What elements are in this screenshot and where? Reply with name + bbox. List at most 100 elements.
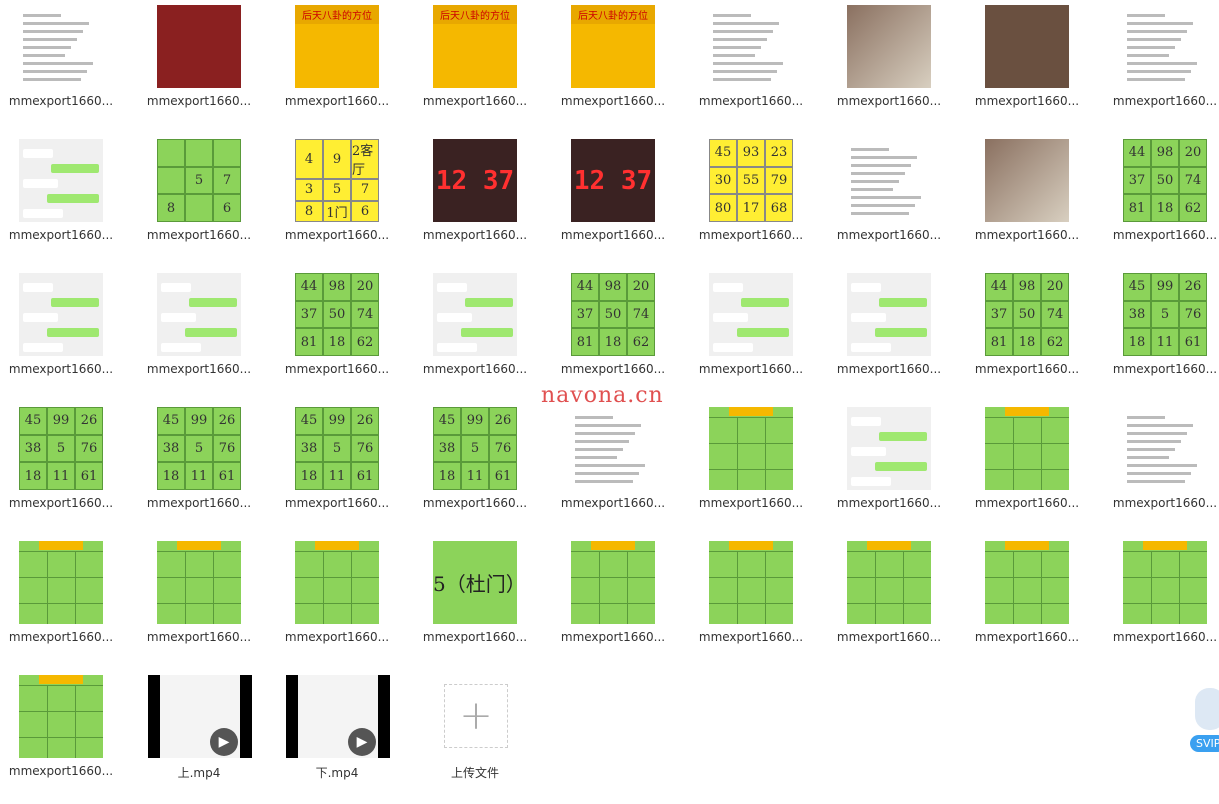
file-item[interactable]: 后天八卦的方位 mmexport1660... [552,0,690,134]
file-thumbnail[interactable]: 也更懂事了 [847,273,931,356]
file-thumbnail[interactable] [709,273,793,356]
file-name[interactable]: mmexport1660... [276,630,398,644]
file-thumbnail[interactable] [847,541,931,624]
file-name[interactable]: mmexport1660... [414,228,536,242]
file-item[interactable]: mmexport1660... [828,0,966,134]
mascot-icon[interactable] [1195,688,1219,730]
file-thumbnail[interactable]: 5（杜门） [433,541,517,624]
file-item[interactable]: mmexport1660... [276,536,414,670]
file-thumbnail[interactable] [847,407,931,490]
file-thumbnail[interactable] [19,675,103,758]
file-name[interactable]: mmexport1660... [690,94,812,108]
file-thumbnail[interactable]: 44 98 20 37 50 74 81 18 62 [571,273,655,356]
file-item[interactable]: mmexport1660... [828,134,966,268]
file-item[interactable]: mmexport1660... [966,0,1104,134]
file-item[interactable]: mmexport1660... [138,536,276,670]
file-name[interactable]: mmexport1660... [828,496,950,510]
file-name[interactable]: mmexport1660... [138,630,260,644]
file-name[interactable]: mmexport1660... [414,630,536,644]
file-thumbnail[interactable] [19,273,103,356]
file-item[interactable]: mmexport1660... [828,402,966,536]
svip-badge[interactable]: SVIP [1190,735,1219,752]
file-item[interactable]: mmexport1660... [966,134,1104,268]
file-name[interactable]: mmexport1660... [690,228,812,242]
file-item[interactable]: 45 99 26 38 5 76 18 11 61 mmexport1660... [0,402,138,536]
file-item[interactable]: mmexport1660... [552,402,690,536]
file-item[interactable]: 12 37 mmexport1660... [552,134,690,268]
file-name[interactable]: mmexport1660... [828,94,950,108]
file-name[interactable]: mmexport1660... [138,228,260,242]
file-item[interactable]: 12 37 mmexport1660... [414,134,552,268]
file-name[interactable]: mmexport1660... [690,362,812,376]
file-name[interactable]: mmexport1660... [552,228,674,242]
file-name[interactable]: mmexport1660... [276,362,398,376]
file-thumbnail[interactable]: 后天八卦的方位 [571,5,655,88]
file-thumbnail[interactable] [19,541,103,624]
file-name[interactable]: mmexport1660... [1104,630,1219,644]
file-thumbnail[interactable] [985,541,1069,624]
file-item[interactable]: mmexport1660... [1104,402,1219,536]
file-thumbnail[interactable] [19,139,103,222]
file-thumbnail[interactable]: 45 99 26 38 5 76 18 11 61 [433,407,517,490]
file-item[interactable]: mmexport1660... [690,402,828,536]
file-thumbnail[interactable]: 后天八卦的方位 [433,5,517,88]
file-thumbnail[interactable] [847,5,931,88]
file-thumbnail[interactable] [157,273,241,356]
file-item[interactable]: 5 7 8 6 mmexport1660... [138,134,276,268]
file-thumbnail[interactable] [847,139,931,222]
file-name[interactable]: mmexport1660... [966,362,1088,376]
file-item[interactable]: mmexport1660... [966,402,1104,536]
file-thumbnail[interactable] [157,541,241,624]
file-name[interactable]: mmexport1660... [0,362,122,376]
file-thumbnail[interactable] [571,541,655,624]
file-name[interactable]: mmexport1660... [1104,94,1219,108]
file-name[interactable]: mmexport1660... [276,94,398,108]
file-item[interactable]: mmexport1660... [138,268,276,402]
upload-file-button[interactable]: + 上传文件 [414,670,552,804]
file-thumbnail[interactable] [1123,541,1207,624]
file-thumbnail[interactable]: 44 98 20 37 50 74 81 18 62 [985,273,1069,356]
file-item[interactable]: mmexport1660... [0,134,138,268]
file-item[interactable]: mmexport1660... [138,0,276,134]
file-name[interactable]: mmexport1660... [1104,228,1219,242]
plus-icon[interactable]: + [444,684,508,748]
file-item[interactable]: mmexport1660... [0,536,138,670]
file-thumbnail[interactable] [1123,5,1207,88]
file-name[interactable]: mmexport1660... [0,94,122,108]
file-name[interactable]: mmexport1660... [552,94,674,108]
file-name[interactable]: mmexport1660... [690,630,812,644]
file-name[interactable]: mmexport1660... [828,630,950,644]
file-thumbnail[interactable]: ▶ [148,675,252,758]
file-name[interactable]: mmexport1660... [966,228,1088,242]
play-icon[interactable]: ▶ [210,728,238,756]
file-thumbnail[interactable]: 后天八卦的方位 [295,5,379,88]
file-name[interactable]: mmexport1660... [1104,496,1219,510]
file-thumbnail[interactable] [985,407,1069,490]
file-item[interactable]: 也更懂事了 mmexport1660... [828,268,966,402]
file-thumbnail[interactable] [709,5,793,88]
file-name[interactable]: mmexport1660... [552,496,674,510]
file-name[interactable]: mmexport1660... [0,630,122,644]
file-item[interactable]: mmexport1660... [0,0,138,134]
file-thumbnail[interactable]: 45 99 26 38 5 76 18 11 61 [295,407,379,490]
file-thumbnail[interactable] [433,273,517,356]
file-thumbnail[interactable] [709,541,793,624]
file-item[interactable]: mmexport1660... [828,536,966,670]
file-name[interactable]: mmexport1660... [966,630,1088,644]
file-thumbnail[interactable] [157,5,241,88]
file-thumbnail[interactable]: 12 37 [571,139,655,222]
file-name[interactable]: mmexport1660... [552,362,674,376]
file-name[interactable]: mmexport1660... [138,94,260,108]
file-item[interactable]: 45 99 26 38 5 76 18 11 61 mmexport1660... [138,402,276,536]
file-name[interactable]: mmexport1660... [0,764,122,778]
file-thumbnail[interactable]: 45 99 26 38 5 76 18 11 61 [157,407,241,490]
file-thumbnail[interactable] [1123,407,1207,490]
file-item[interactable]: 后天八卦的方位 mmexport1660... [414,0,552,134]
file-thumbnail[interactable]: 5786 [157,139,241,222]
file-thumbnail[interactable] [985,5,1069,88]
file-name[interactable]: mmexport1660... [1104,362,1219,376]
file-name[interactable]: mmexport1660... [276,496,398,510]
file-name[interactable]: mmexport1660... [828,228,950,242]
file-name[interactable]: mmexport1660... [966,94,1088,108]
file-name[interactable]: mmexport1660... [414,94,536,108]
